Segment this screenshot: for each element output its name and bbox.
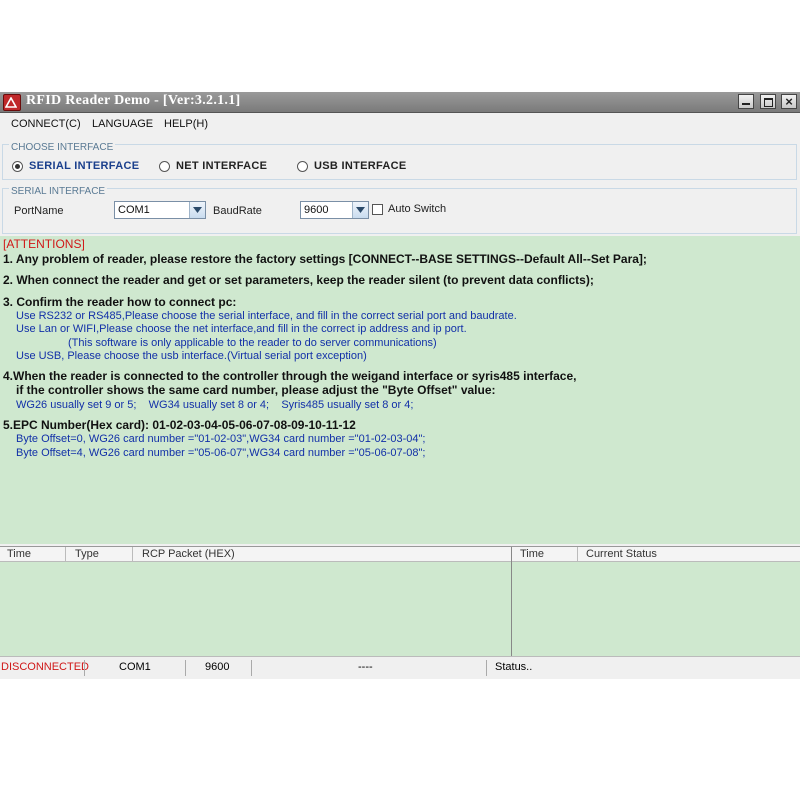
chevron-down-icon[interactable] — [352, 202, 368, 218]
packet-col-rcp[interactable]: RCP Packet (HEX) — [142, 548, 235, 560]
app-window: RFID Reader Demo - [Ver:3.2.1.1] × CONNE… — [0, 92, 800, 679]
attention-note: Byte Offset=0, WG26 card number ="01-02-… — [16, 433, 426, 445]
port-name-label: PortName — [14, 205, 64, 217]
baud-rate-value: 9600 — [304, 204, 329, 216]
attention-line: 2. When connect the reader and get or se… — [3, 273, 594, 287]
status-separator — [251, 660, 252, 676]
serial-interface-group: SERIAL INTERFACE PortName COM1 BaudRate … — [2, 186, 797, 234]
connection-status: DISCONNECTED — [1, 661, 90, 673]
baud-rate-label: BaudRate — [213, 205, 262, 217]
log-area: Time Type RCP Packet (HEX) Time Current … — [0, 546, 800, 657]
net-interface-label: NET INTERFACE — [176, 160, 268, 172]
window-title: RFID Reader Demo - [Ver:3.2.1.1] — [26, 93, 241, 108]
attention-line: 1. Any problem of reader, please restore… — [3, 252, 647, 266]
status-col-time[interactable]: Time — [520, 548, 544, 560]
status-text: Status.. — [495, 661, 533, 673]
port-name-select[interactable]: COM1 — [114, 201, 206, 219]
packet-col-time[interactable]: Time — [7, 548, 31, 560]
rfid-app-icon[interactable] — [3, 94, 21, 111]
port-name-value: COM1 — [118, 204, 150, 216]
column-separator[interactable] — [65, 547, 66, 561]
chevron-down-icon[interactable] — [189, 202, 205, 218]
attention-line: 4.When the reader is connected to the co… — [3, 369, 577, 383]
menu-connect[interactable]: CONNECT(C) — [11, 118, 81, 130]
baud-rate-select[interactable]: 9600 — [300, 201, 369, 219]
serial-interface-label: SERIAL INTERFACE — [29, 160, 140, 172]
packet-log-header: Time Type RCP Packet (HEX) — [0, 547, 511, 562]
column-separator[interactable] — [577, 547, 578, 561]
status-log-header: Time Current Status — [512, 547, 800, 562]
status-baud: 9600 — [205, 661, 230, 673]
attention-note: Byte Offset=4, WG26 card number ="05-06-… — [16, 447, 426, 459]
status-middle: ---- — [358, 661, 373, 673]
maximize-icon[interactable] — [760, 94, 776, 109]
title-bar[interactable]: RFID Reader Demo - [Ver:3.2.1.1] × — [0, 92, 800, 113]
attention-line: if the controller shows the same card nu… — [16, 383, 496, 397]
radio-unselected-icon — [159, 160, 170, 172]
attentions-panel: [ATTENTIONS] 1. Any problem of reader, p… — [0, 236, 800, 544]
status-separator — [84, 660, 85, 676]
radio-selected-icon — [12, 160, 23, 172]
radio-unselected-icon — [297, 160, 308, 172]
net-interface-radio[interactable]: NET INTERFACE — [159, 160, 267, 172]
menu-bar: CONNECT(C) LANGUAGE HELP(H) — [0, 113, 800, 135]
attention-note: Use Lan or WIFI,Please choose the net in… — [16, 323, 467, 335]
menu-help[interactable]: HELP(H) — [164, 118, 208, 130]
attention-note: (This software is only applicable to the… — [68, 337, 437, 349]
attention-line: 5.EPC Number(Hex card): 01-02-03-04-05-0… — [3, 418, 356, 432]
menu-language[interactable]: LANGUAGE — [92, 118, 153, 130]
attention-note: WG26 usually set 9 or 5; WG34 usually se… — [16, 399, 414, 411]
attention-note: Use RS232 or RS485,Please choose the ser… — [16, 310, 517, 322]
attention-note: Use USB, Please choose the usb interface… — [16, 350, 367, 362]
status-separator — [185, 660, 186, 676]
column-separator[interactable] — [132, 547, 133, 561]
status-bar: DISCONNECTED COM1 9600 ---- Status.. — [0, 656, 800, 679]
attentions-title: [ATTENTIONS] — [3, 237, 85, 251]
log-splitter[interactable] — [511, 547, 512, 657]
usb-interface-radio[interactable]: USB INTERFACE — [297, 160, 407, 172]
status-separator — [486, 660, 487, 676]
serial-interface-radio[interactable]: SERIAL INTERFACE — [12, 160, 139, 172]
minimize-icon[interactable] — [738, 94, 754, 109]
serial-interface-title: SERIAL INTERFACE — [9, 186, 108, 197]
usb-interface-label: USB INTERFACE — [314, 160, 407, 172]
auto-switch-label: Auto Switch — [388, 203, 447, 215]
packet-col-type[interactable]: Type — [75, 548, 99, 560]
status-col-current[interactable]: Current Status — [586, 548, 657, 560]
choose-interface-group: CHOOSE INTERFACE SERIAL INTERFACE NET IN… — [2, 142, 797, 180]
choose-interface-title: CHOOSE INTERFACE — [9, 142, 116, 153]
close-icon[interactable]: × — [781, 94, 797, 109]
auto-switch-checkbox[interactable] — [372, 204, 383, 215]
attention-line: 3. Confirm the reader how to connect pc: — [3, 295, 237, 309]
status-port: COM1 — [119, 661, 151, 673]
